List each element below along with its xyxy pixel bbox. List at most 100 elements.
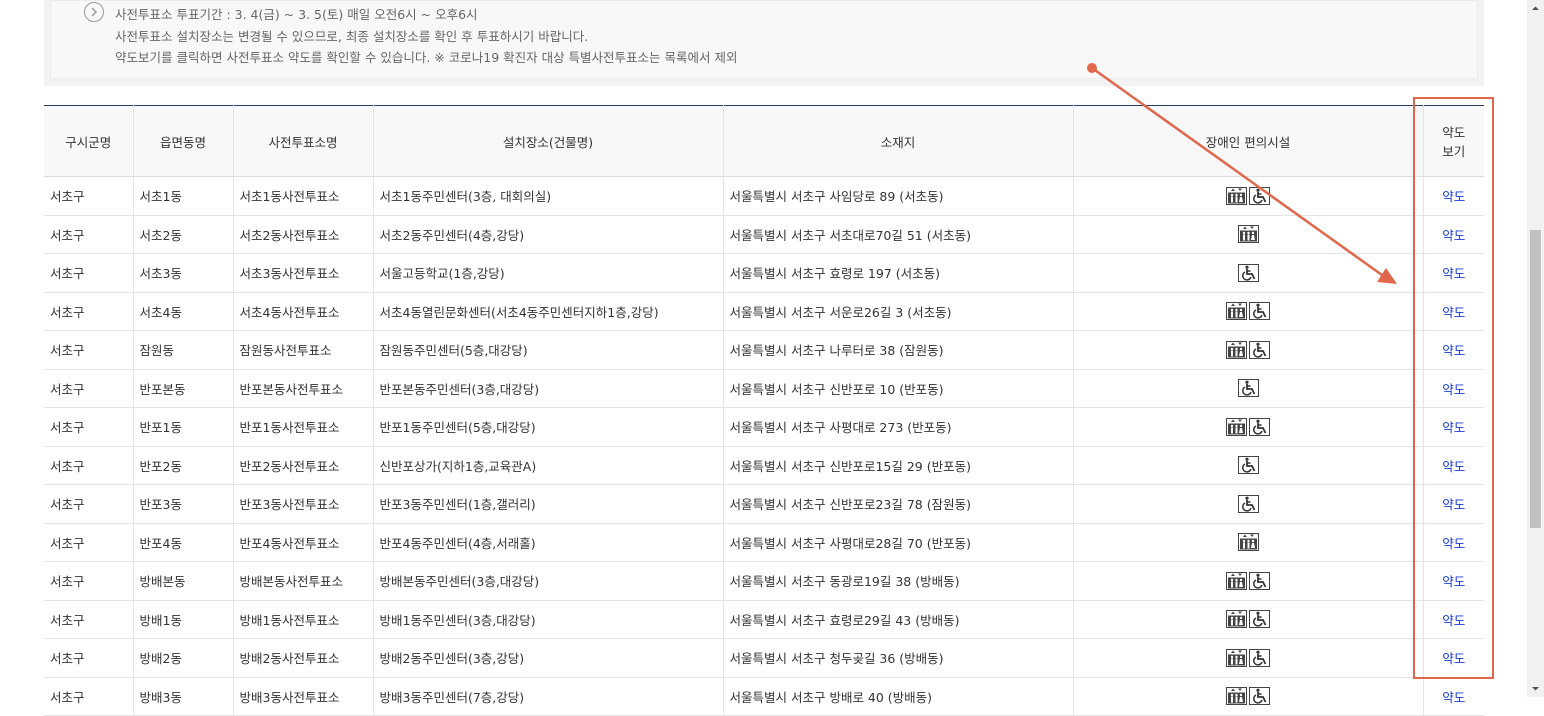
table-row: 서초구 서초1동 서초1동사전투표소 서초1동주민센터(3층, 대회의실) 서울특별시 …	[44, 176, 1484, 216]
cell-dong: 반포3동	[133, 484, 234, 524]
map-view-link[interactable]: 약도	[1442, 343, 1465, 358]
map-view-link[interactable]: 약도	[1442, 574, 1465, 589]
map-view-link[interactable]: 약도	[1442, 228, 1465, 243]
wheelchair-icon	[1249, 186, 1270, 205]
cell-location: 잠원동주민센터(5층,대강당)	[373, 330, 724, 370]
table-row: 서초구 반포3동 반포3동사전투표소 반포3동주민센터(1층,갤러리) 서울특별시 서초…	[44, 484, 1484, 524]
cell-map-view: 약도	[1423, 600, 1484, 639]
cell-location: 반포본동주민센터(3층,대강당)	[373, 369, 724, 408]
cell-district: 서초구	[44, 330, 134, 370]
cell-facilities	[1073, 638, 1424, 678]
chevron-right-icon	[84, 2, 104, 22]
cell-station: 방배본동사전투표소	[233, 561, 374, 601]
cell-station: 방배3동사전투표소	[233, 677, 374, 716]
cell-location: 방배1동주민센터(3층,대강당)	[373, 600, 724, 639]
map-view-link[interactable]: 약도	[1442, 189, 1465, 204]
map-view-link[interactable]: 약도	[1442, 459, 1465, 474]
map-view-link[interactable]: 약도	[1442, 305, 1465, 320]
cell-district: 서초구	[44, 523, 134, 562]
map-view-link[interactable]: 약도	[1442, 497, 1465, 512]
vertical-scrollbar[interactable]	[1527, 0, 1544, 697]
cell-dong: 반포1동	[133, 407, 234, 447]
cell-district: 서초구	[44, 677, 134, 716]
table-body: 서초구 서초1동 서초1동사전투표소 서초1동주민센터(3층, 대회의실) 서울특별시 …	[44, 176, 1484, 716]
table-row: 서초구 방배본동 방배본동사전투표소 방배본동주민센터(3층,대강당) 서울특별시 서초…	[44, 561, 1484, 601]
table-header-row: 구시군명 읍면동명 사전투표소명 설치장소(건물명) 소재지 장애인 편의시설 …	[44, 105, 1484, 177]
cell-map-view: 약도	[1423, 446, 1484, 485]
table-row: 서초구 반포4동 반포4동사전투표소 반포4동주민센터(4층,서래홀) 서울특별시 서초…	[44, 523, 1484, 562]
table-row: 서초구 반포본동 반포본동사전투표소 반포본동주민센터(3층,대강당) 서울특별시 서초…	[44, 369, 1484, 408]
map-view-link[interactable]: 약도	[1442, 690, 1465, 705]
cell-station: 반포본동사전투표소	[233, 369, 374, 408]
cell-dong: 반포2동	[133, 446, 234, 485]
cell-location: 서초4동열린문화센터(서초4동주민센터지하1층,강당)	[373, 292, 724, 331]
map-view-link[interactable]: 약도	[1442, 613, 1465, 628]
notice-panel: 사전투표소 투표기간 : 3. 4(금) ~ 3. 5(토) 매일 오전6시 ~…	[50, 0, 1478, 79]
cell-location: 방배3동주민센터(7층,강당)	[373, 677, 724, 716]
elevator-icon	[1226, 302, 1247, 321]
cell-address: 서울특별시 서초구 방배로 40 (방배동)	[723, 677, 1074, 716]
cell-dong: 방배2동	[133, 638, 234, 678]
cell-location: 서초1동주민센터(3층, 대회의실)	[373, 176, 724, 216]
elevator-icon	[1226, 687, 1247, 706]
cell-station: 방배2동사전투표소	[233, 638, 374, 678]
table-row: 서초구 서초3동 서초3동사전투표소 서울고등학교(1층,강당) 서울특별시 서초구 효…	[44, 253, 1484, 293]
cell-location: 방배본동주민센터(3층,대강당)	[373, 561, 724, 601]
scroll-down-icon[interactable]	[1530, 683, 1541, 694]
cell-address: 서울특별시 서초구 서운로26길 3 (서초동)	[723, 292, 1074, 331]
cell-station: 반포4동사전투표소	[233, 523, 374, 562]
cell-map-view: 약도	[1423, 292, 1484, 331]
table-row: 서초구 서초4동 서초4동사전투표소 서초4동열린문화센터(서초4동주민센터지하1층,…	[44, 292, 1484, 331]
map-view-link[interactable]: 약도	[1442, 266, 1465, 281]
table-row: 서초구 반포1동 반포1동사전투표소 반포1동주민센터(5층,대강당) 서울특별시 서초…	[44, 407, 1484, 447]
cell-address: 서울특별시 서초구 신반포로 10 (반포동)	[723, 369, 1074, 408]
cell-address: 서울특별시 서초구 신반포로23길 78 (잠원동)	[723, 484, 1074, 524]
cell-facilities	[1073, 330, 1424, 370]
table-row: 서초구 방배3동 방배3동사전투표소 방배3동주민센터(7층,강당) 서울특별시 서초구…	[44, 677, 1484, 716]
polling-station-table: 구시군명 읍면동명 사전투표소명 설치장소(건물명) 소재지 장애인 편의시설 …	[44, 105, 1484, 716]
cell-station: 서초1동사전투표소	[233, 176, 374, 216]
scroll-up-icon[interactable]	[1530, 3, 1541, 14]
cell-address: 서울특별시 서초구 서초대로70길 51 (서초동)	[723, 215, 1074, 254]
cell-facilities	[1073, 446, 1424, 485]
wheelchair-icon	[1249, 340, 1270, 359]
cell-location: 신반포상가(지하1층,교육관A)	[373, 446, 724, 485]
cell-dong: 서초2동	[133, 215, 234, 254]
cell-map-view: 약도	[1423, 638, 1484, 678]
cell-district: 서초구	[44, 369, 134, 408]
scrollbar-thumb[interactable]	[1530, 230, 1541, 528]
cell-facilities	[1073, 176, 1424, 216]
elevator-icon	[1226, 186, 1247, 205]
cell-facilities	[1073, 561, 1424, 601]
cell-map-view: 약도	[1423, 561, 1484, 601]
cell-address: 서울특별시 서초구 효령로29길 43 (방배동)	[723, 600, 1074, 639]
cell-map-view: 약도	[1423, 253, 1484, 293]
cell-district: 서초구	[44, 638, 134, 678]
cell-district: 서초구	[44, 446, 134, 485]
cell-dong: 서초1동	[133, 176, 234, 216]
notice-voting-period: 사전투표소 투표기간 : 3. 4(금) ~ 3. 5(토) 매일 오전6시 ~…	[115, 7, 478, 22]
cell-dong: 서초4동	[133, 292, 234, 331]
cell-facilities	[1073, 215, 1424, 254]
cell-district: 서초구	[44, 253, 134, 293]
cell-station: 반포2동사전투표소	[233, 446, 374, 485]
wheelchair-icon	[1249, 648, 1270, 667]
map-view-link[interactable]: 약도	[1442, 420, 1465, 435]
cell-address: 서울특별시 서초구 효령로 197 (서초동)	[723, 253, 1074, 293]
map-view-link[interactable]: 약도	[1442, 651, 1465, 666]
cell-address: 서울특별시 서초구 신반포로15길 29 (반포동)	[723, 446, 1074, 485]
map-view-link[interactable]: 약도	[1442, 382, 1465, 397]
header-facilities: 장애인 편의시설	[1073, 105, 1424, 177]
cell-district: 서초구	[44, 292, 134, 331]
table-row: 서초구 반포2동 반포2동사전투표소 신반포상가(지하1층,교육관A) 서울특별시 서초…	[44, 446, 1484, 485]
wheelchair-icon	[1237, 263, 1259, 282]
elevator-icon	[1226, 571, 1247, 590]
cell-location: 반포4동주민센터(4층,서래홀)	[373, 523, 724, 562]
header-station: 사전투표소명	[233, 105, 374, 177]
cell-dong: 방배본동	[133, 561, 234, 601]
table-row: 서초구 잠원동 잠원동사전투표소 잠원동주민센터(5층,대강당) 서울특별시 서초구 나…	[44, 330, 1484, 370]
cell-address: 서울특별시 서초구 사평대로28길 70 (반포동)	[723, 523, 1074, 562]
cell-dong: 서초3동	[133, 253, 234, 293]
map-view-link[interactable]: 약도	[1442, 536, 1465, 551]
header-location: 설치장소(건물명)	[373, 105, 724, 177]
